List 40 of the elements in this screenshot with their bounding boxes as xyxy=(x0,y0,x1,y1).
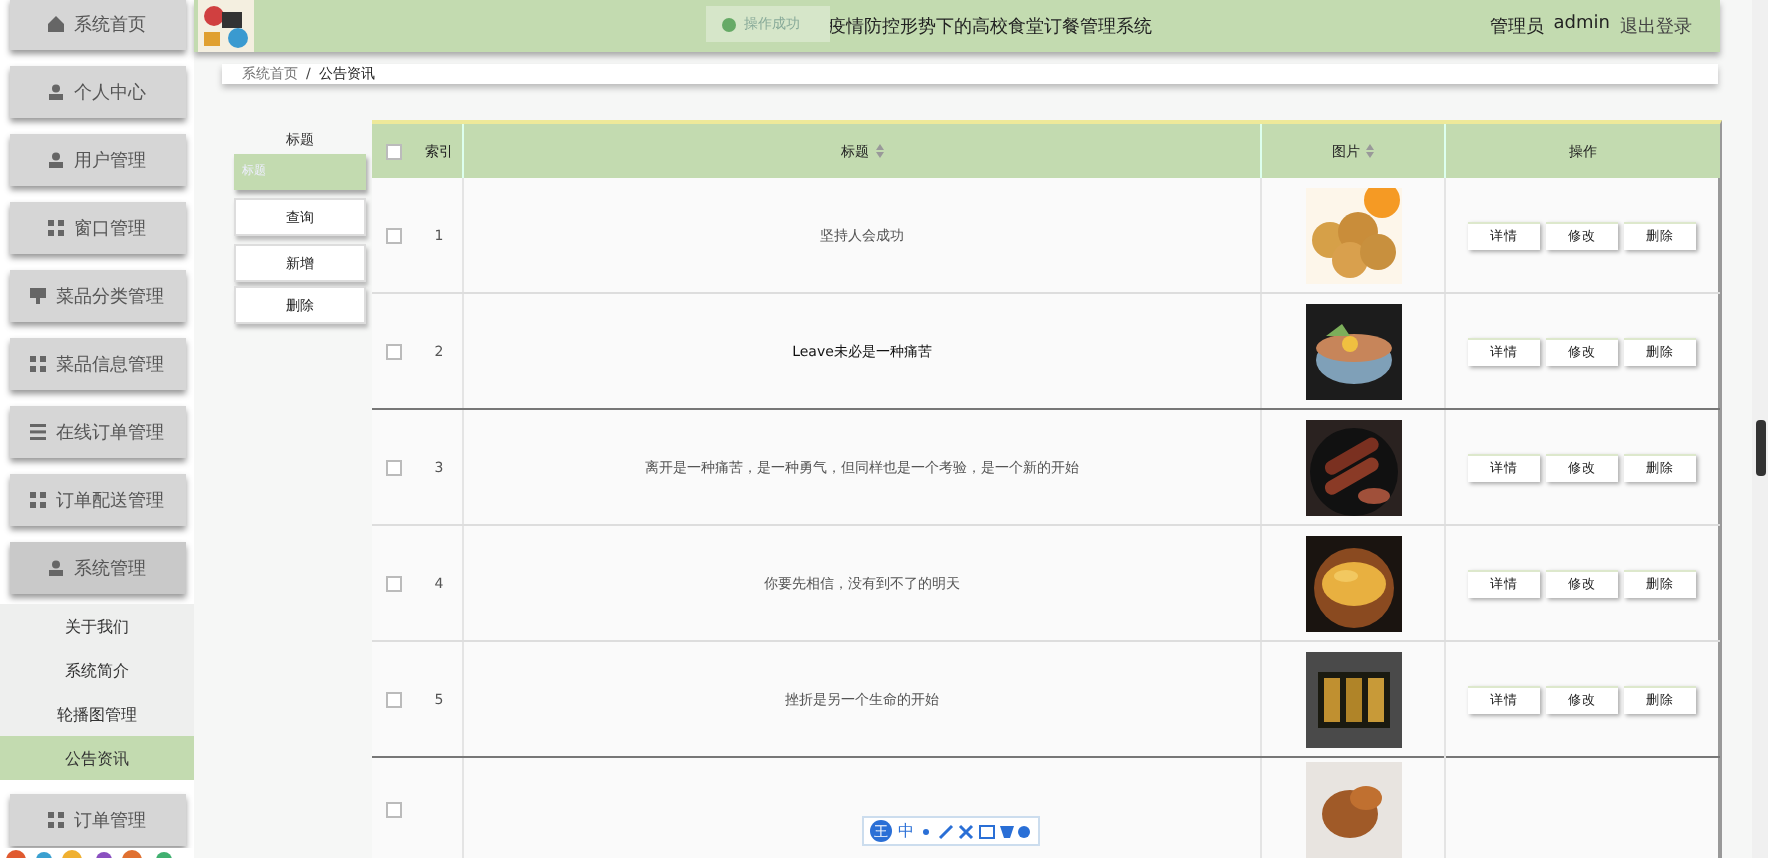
row-checkbox[interactable] xyxy=(386,459,402,475)
sidebar-menu-item[interactable]: 个人中心 xyxy=(9,66,185,118)
submenu-item[interactable]: 轮播图管理 xyxy=(0,692,194,736)
sidebar-menu-item[interactable]: 在线订单管理 xyxy=(9,406,185,458)
tag-icon xyxy=(30,288,46,304)
row-checkbox[interactable] xyxy=(386,227,402,243)
logout-link[interactable]: 退出登录 xyxy=(1620,13,1692,39)
row-checkbox[interactable] xyxy=(386,343,402,359)
grid-icon xyxy=(48,220,64,236)
sidebar-menu-item[interactable]: 用户管理 xyxy=(9,134,185,186)
user-role: 管理员 xyxy=(1489,15,1544,39)
sidebar-menu-item[interactable]: 系统首页 xyxy=(9,0,185,50)
sort-icon[interactable] xyxy=(1366,144,1374,158)
home-icon xyxy=(48,16,64,32)
grid-icon xyxy=(48,812,64,828)
user-icon xyxy=(48,560,64,576)
scrollbar[interactable] xyxy=(1752,0,1768,858)
sidebar-menu-item[interactable]: 订单配送管理 xyxy=(9,474,185,526)
grid-icon xyxy=(30,492,46,508)
check-circle-icon xyxy=(722,17,736,31)
ime-mode[interactable]: 中 xyxy=(898,820,914,842)
select-all-checkbox[interactable] xyxy=(386,143,402,159)
sidebar-menu-item[interactable]: 菜品分类管理 xyxy=(9,270,185,322)
sidebar-menu-item[interactable]: 菜品信息管理 xyxy=(9,338,185,390)
list-icon xyxy=(30,424,46,440)
row-checkbox[interactable] xyxy=(386,575,402,591)
row-checkbox[interactable] xyxy=(386,691,402,707)
sidebar-menu-item[interactable]: 订单管理 xyxy=(9,794,185,846)
sidebar-menu-item[interactable]: 窗口管理 xyxy=(9,202,185,254)
user-icon xyxy=(48,84,64,100)
user-icon xyxy=(48,152,64,168)
ime-tools-icon[interactable] xyxy=(920,823,1032,839)
sort-icon[interactable] xyxy=(875,144,883,158)
sidebar-menu-item[interactable]: 系统管理 xyxy=(9,542,185,594)
submenu-item[interactable]: 关于我们 xyxy=(0,604,194,648)
grid-icon xyxy=(30,356,46,372)
submenu-item[interactable]: 系统简介 xyxy=(0,648,194,692)
row-checkbox[interactable] xyxy=(386,802,402,818)
username: admin xyxy=(1553,13,1610,37)
submenu-item[interactable]: 公告资讯 xyxy=(0,736,194,780)
